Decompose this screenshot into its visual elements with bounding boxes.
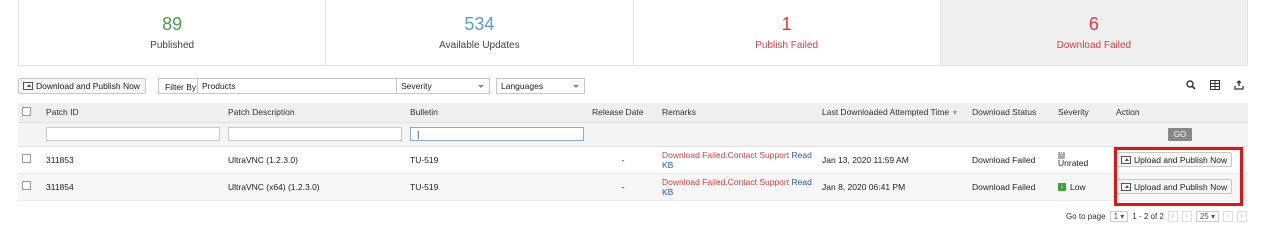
next-page-icon[interactable]: ›: [1223, 210, 1233, 222]
upload-icon: [23, 82, 33, 90]
products-select[interactable]: Products: [197, 78, 408, 94]
filter-go-cell: GO: [1112, 122, 1248, 147]
last-page-icon[interactable]: »: [1237, 210, 1247, 222]
per-page-value: 25: [1199, 211, 1209, 221]
stat-download-failed[interactable]: 6 Download Failed: [940, 0, 1248, 66]
page-select[interactable]: 1 ▾: [1109, 210, 1129, 222]
go-button[interactable]: GO: [1167, 127, 1193, 141]
pagination: Go to page 1 ▾ 1 - 2 of 2 « ‹ 25 ▾ › »: [1066, 210, 1247, 222]
products-select-value: Products: [202, 81, 236, 91]
column-header-patch-id[interactable]: Patch ID: [42, 103, 224, 123]
column-header-severity[interactable]: Severity: [1054, 103, 1112, 123]
stat-label: Download Failed: [1056, 40, 1132, 51]
last-attempt-cell: Jan 8, 2020 06:41 PM: [818, 173, 968, 201]
columns-icon[interactable]: [1210, 80, 1220, 93]
release-date-cell: -: [588, 146, 658, 174]
table-row: 311854 UltraVNC (x64) (1.2.3.0) TU-519 -…: [18, 173, 1248, 201]
per-page-select[interactable]: 25 ▾: [1195, 210, 1219, 222]
languages-select-value: Languages: [501, 81, 544, 91]
column-header-release-date[interactable]: Release Date: [588, 103, 658, 123]
select-all-cell: [18, 103, 42, 123]
filter-by-label: Filter By:: [158, 78, 202, 94]
description-cell: UltraVNC (x64) (1.2.3.0): [224, 173, 406, 201]
remark-text: Download Failed.Contact Support: [662, 149, 790, 160]
chevron-down-icon: [478, 85, 484, 88]
stat-available-updates[interactable]: 534 Available Updates: [326, 0, 634, 66]
stat-publish-failed[interactable]: 1 Publish Failed: [633, 0, 941, 66]
remarks-cell: Download Failed.Contact Support Read KB: [658, 146, 818, 174]
goto-page-label: Go to page: [1065, 211, 1106, 221]
row-checkbox[interactable]: [22, 154, 31, 163]
prev-page-icon[interactable]: ‹: [1181, 210, 1192, 222]
stat-label: Published: [150, 40, 195, 51]
severity-select[interactable]: Severity: [396, 78, 490, 94]
filter-cell: |: [406, 122, 588, 147]
severity-cell: ↓ Low: [1054, 173, 1112, 201]
select-all-checkbox[interactable]: [22, 106, 31, 116]
column-header-download-status[interactable]: Download Status: [968, 103, 1054, 123]
column-header-last-attempt[interactable]: Last Downloaded Attempted Time ▼: [818, 103, 968, 123]
severity-select-value: Severity: [401, 81, 432, 91]
export-icon[interactable]: [1234, 80, 1244, 93]
toolbar-icons: [1186, 80, 1244, 93]
column-header-bulletin[interactable]: Bulletin: [406, 103, 588, 123]
severity-label: Unrated: [1058, 157, 1089, 168]
stat-published[interactable]: 89 Published: [18, 0, 327, 66]
sort-down-icon: ▼: [951, 110, 959, 118]
description-cell: UltraVNC (1.2.3.0): [224, 146, 406, 174]
table-row: 311853 UltraVNC (1.2.3.0) TU-519 - Downl…: [18, 146, 1248, 174]
remark-text: Download Failed.Contact Support: [662, 176, 790, 187]
patch-id-cell: 311853: [42, 146, 224, 174]
patch-id-filter-input[interactable]: [46, 127, 220, 141]
patch-table: Patch ID Patch Description Bulletin Rele…: [18, 103, 1248, 201]
first-page-icon[interactable]: «: [1167, 210, 1178, 222]
action-highlight-box: [1114, 147, 1243, 206]
stat-label: Publish Failed: [755, 40, 819, 51]
filter-cell: [42, 122, 224, 147]
stat-label: Available Updates: [439, 40, 520, 51]
row-checkbox[interactable]: [22, 181, 31, 190]
bulletin-cell: TU-519: [406, 146, 588, 174]
download-and-publish-button[interactable]: Download and Publish Now: [18, 78, 146, 94]
bulletin-filter-input[interactable]: |: [410, 127, 584, 141]
stat-value: 1: [781, 14, 792, 34]
range-text: 1 - 2 of 2: [1132, 211, 1164, 221]
last-attempt-cell: Jan 13, 2020 11:59 AM: [818, 146, 968, 174]
filter-cell: [224, 122, 406, 147]
status-cell: Download Failed: [968, 146, 1054, 174]
stat-value: 534: [464, 14, 495, 34]
bulletin-cell: TU-519: [406, 173, 588, 201]
low-severity-icon: ↓: [1058, 182, 1066, 191]
stat-value: 89: [162, 14, 183, 34]
stats-bar: 89 Published 534 Available Updates 1 Pub…: [18, 0, 1248, 66]
severity-label: Low: [1070, 181, 1086, 192]
remarks-cell: Download Failed.Contact Support Read KB: [658, 173, 818, 201]
toolbar: Download and Publish Now Filter By: Prod…: [18, 78, 1248, 95]
column-header-remarks[interactable]: Remarks: [658, 103, 818, 123]
table-filter-row: | GO: [18, 122, 1248, 147]
column-header-action: Action: [1112, 103, 1248, 123]
download-and-publish-label: Download and Publish Now: [36, 81, 140, 91]
patch-id-cell: 311854: [42, 173, 224, 201]
stat-value: 6: [1088, 14, 1099, 34]
column-header-patch-description[interactable]: Patch Description: [224, 103, 406, 123]
page-select-value: 1: [1113, 211, 1119, 221]
severity-cell: ? Unrated: [1054, 146, 1112, 174]
search-icon[interactable]: [1186, 80, 1196, 93]
languages-select[interactable]: Languages: [496, 78, 585, 94]
release-date-cell: -: [588, 173, 658, 201]
status-cell: Download Failed: [968, 173, 1054, 201]
patch-description-filter-input[interactable]: [228, 127, 402, 141]
table-header-row: Patch ID Patch Description Bulletin Rele…: [18, 103, 1248, 123]
column-header-last-attempt-label: Last Downloaded Attempted Time: [822, 107, 950, 118]
chevron-down-icon: [573, 85, 579, 88]
